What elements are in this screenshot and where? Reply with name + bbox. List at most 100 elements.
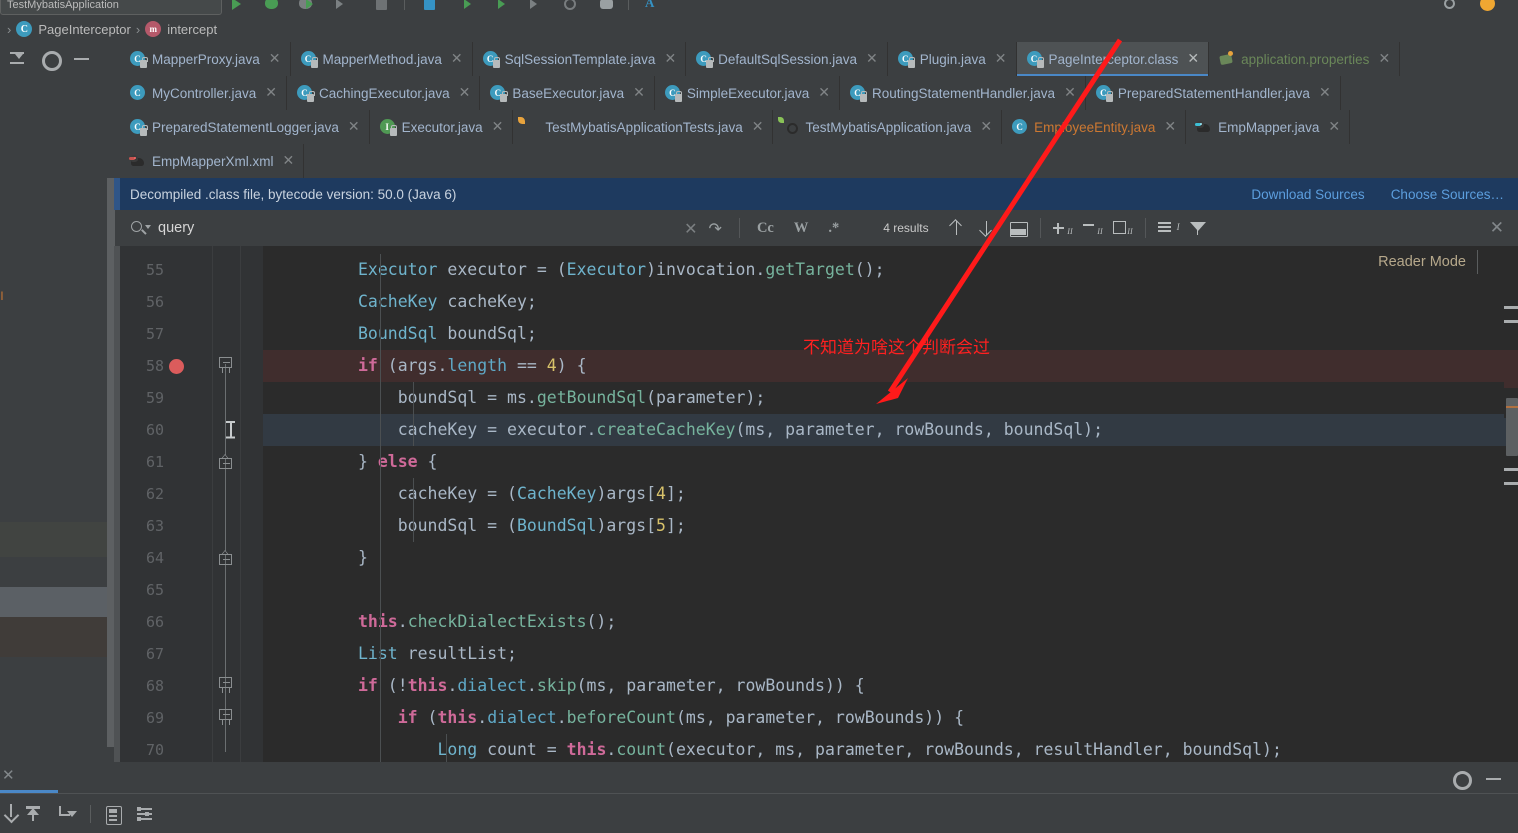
search-input[interactable] — [158, 220, 398, 236]
fold-toggle-icon[interactable] — [219, 454, 232, 469]
step-over-icon[interactable] — [456, 0, 476, 14]
close-icon[interactable]: ✕ — [283, 154, 295, 168]
toggle-lines-icon[interactable]: I — [1155, 217, 1181, 239]
editor-tab-baseexecutor-java[interactable]: C BaseExecutor.java ✕ — [480, 76, 655, 110]
close-icon[interactable]: ✕ — [1328, 120, 1340, 134]
breakpoint-marker[interactable] — [169, 359, 184, 374]
code-line[interactable]: if (this.dialect.beforeCount(ms, paramet… — [263, 702, 1518, 734]
step-into-icon[interactable] — [0, 803, 22, 825]
code-line[interactable] — [263, 574, 1518, 606]
search-icon[interactable] — [130, 219, 152, 237]
editor-tab-application-properties[interactable]: application.properties ✕ — [1209, 42, 1401, 76]
close-icon[interactable]: ✕ — [348, 120, 360, 134]
rerun-icon[interactable] — [560, 0, 580, 14]
left-panel-row-selected[interactable] — [0, 587, 120, 617]
filter-icon[interactable] — [1185, 217, 1211, 239]
stop-icon[interactable] — [372, 0, 392, 14]
left-panel-row[interactable] — [0, 522, 120, 557]
code-line[interactable]: this.checkDialectExists(); — [263, 606, 1518, 638]
resume-icon[interactable] — [490, 0, 510, 14]
editor-tab-simpleexecutor-java[interactable]: C SimpleExecutor.java ✕ — [654, 76, 840, 110]
close-icon[interactable]: ✕ — [1064, 86, 1076, 100]
clear-icon[interactable]: ✕ — [675, 219, 706, 238]
close-icon[interactable]: ✕ — [1378, 52, 1390, 66]
editor-tab-cachingexecutor-java[interactable]: C CachingExecutor.java ✕ — [287, 76, 481, 110]
close-icon[interactable]: ✕ — [980, 120, 992, 134]
breadcrumb-method[interactable]: m intercept — [145, 21, 217, 37]
left-panel-row[interactable] — [0, 617, 120, 657]
editor-tab-executor-java[interactable]: I Executor.java ✕ — [369, 110, 514, 144]
fold-toggle-icon[interactable] — [219, 709, 232, 725]
editor-tab-mycontroller-java[interactable]: C MyController.java ✕ — [120, 76, 288, 110]
evaluate-expression-icon[interactable] — [102, 803, 124, 825]
fold-toggle-icon[interactable] — [219, 550, 232, 565]
select-all-occurrences-icon[interactable]: II — [1110, 217, 1136, 239]
editor-tab-plugin-java[interactable]: C Plugin.java ✕ — [887, 42, 1017, 76]
match-case-toggle[interactable]: Cc — [747, 220, 784, 237]
editor-tab-preparedstatementhandler-java[interactable]: C PreparedStatementHandler.java ✕ — [1085, 76, 1341, 110]
analyze-icon[interactable]: A — [640, 0, 660, 14]
settings-icon-2[interactable] — [134, 803, 156, 825]
code-line[interactable]: boundSql = (BoundSql)args[5]; — [263, 510, 1518, 542]
close-icon[interactable]: ✕ — [265, 86, 277, 100]
search-everywhere-icon[interactable] — [1440, 0, 1460, 14]
force-step-into-icon[interactable] — [55, 803, 77, 825]
code-line[interactable]: if (!this.dialect.skip(ms, parameter, ro… — [263, 670, 1518, 702]
close-icon[interactable]: ✕ — [459, 86, 471, 100]
close-icon[interactable]: ✕ — [2, 766, 15, 784]
code-line[interactable]: boundSql = ms.getBoundSql(parameter); — [263, 382, 1518, 414]
editor-tab-sqlsessiontemplate-java[interactable]: C SqlSessionTemplate.java ✕ — [472, 42, 687, 76]
breadcrumb-class[interactable]: C PageInterceptor — [16, 21, 131, 37]
hide-icon[interactable] — [1484, 768, 1504, 788]
editor-tab-mapperproxy-java[interactable]: C MapperProxy.java ✕ — [120, 42, 291, 76]
collapse-all-icon[interactable] — [8, 49, 28, 69]
profile-icon[interactable] — [330, 0, 350, 14]
editor-tab-preparedstatementlogger-java[interactable]: C PreparedStatementLogger.java ✕ — [120, 110, 370, 144]
new-line-icon[interactable]: ↷ — [707, 219, 732, 238]
close-icon[interactable]: ✕ — [664, 52, 676, 66]
close-icon[interactable]: ✕ — [269, 52, 281, 66]
code-line[interactable]: CacheKey cacheKey; — [263, 286, 1518, 318]
run-configuration-selector[interactable]: TestMybatisApplication — [0, 0, 222, 15]
close-icon[interactable]: ✕ — [818, 86, 830, 100]
code-line[interactable]: } else { — [263, 446, 1518, 478]
editor-tab-testmybatisapplicationtests-java[interactable]: TestMybatisApplicationTests.java ✕ — [513, 110, 774, 144]
editor-tab-empmapper-java[interactable]: EmpMapper.java ✕ — [1186, 110, 1351, 144]
words-toggle[interactable]: W — [784, 220, 819, 237]
close-icon[interactable]: ✕ — [451, 52, 463, 66]
code-line[interactable]: cacheKey = (CacheKey)args[4]; — [263, 478, 1518, 510]
editor-tab-pageinterceptor-class[interactable]: C PageInterceptor.class ✕ — [1016, 42, 1210, 76]
close-icon[interactable]: ✕ — [1164, 120, 1176, 134]
add-selection-icon[interactable]: II — [1050, 217, 1076, 239]
code-editor[interactable]: Executor executor = (Executor)invocation… — [120, 246, 1518, 762]
hide-icon[interactable] — [72, 49, 92, 69]
settings-icon[interactable] — [1450, 768, 1472, 790]
run-icon[interactable] — [228, 0, 248, 14]
editor-tab-empmapperxml-xml[interactable]: EmpMapperXml.xml ✕ — [120, 144, 305, 178]
code-line[interactable]: Long count = this.count(executor, ms, pa… — [263, 734, 1518, 762]
code-line[interactable]: cacheKey = executor.createCacheKey(ms, p… — [263, 414, 1518, 446]
editor-tab-testmybatisapplication-java[interactable]: TestMybatisApplication.java ✕ — [773, 110, 1003, 144]
reader-mode-label[interactable]: Reader Mode — [1378, 254, 1466, 270]
close-icon[interactable]: ✕ — [492, 120, 504, 134]
remove-selection-icon[interactable]: II — [1080, 217, 1106, 239]
debug-icon[interactable] — [262, 0, 282, 14]
choose-sources-link[interactable]: Choose Sources… — [1391, 187, 1504, 202]
notifications-icon[interactable] — [596, 0, 616, 14]
editor-tab-routingstatementhandler-java[interactable]: C RoutingStatementHandler.java ✕ — [839, 76, 1086, 110]
run-with-coverage-icon[interactable] — [296, 0, 316, 14]
close-icon[interactable]: ✕ — [752, 120, 764, 134]
next-occurrence-icon[interactable] — [975, 217, 1001, 239]
close-icon[interactable]: ✕ — [1319, 86, 1331, 100]
fold-toggle-icon[interactable] — [219, 677, 232, 693]
editor-tab-employeeentity-java[interactable]: C EmployeeEntity.java ✕ — [1002, 110, 1187, 144]
close-icon[interactable]: ✕ — [633, 86, 645, 100]
code-line[interactable]: List resultList; — [263, 638, 1518, 670]
close-icon[interactable]: ✕ — [995, 52, 1007, 66]
close-icon[interactable]: ✕ — [1187, 52, 1199, 66]
code-line[interactable]: Executor executor = (Executor)invocation… — [263, 254, 1518, 286]
editor-tab-defaultsqlsession-java[interactable]: C DefaultSqlSession.java ✕ — [686, 42, 888, 76]
prev-occurrence-icon[interactable] — [945, 217, 971, 239]
settings-icon[interactable] — [40, 49, 62, 71]
editor-gutter[interactable]: 55 56 57 58 59 60 61 62 63 64 65 66 67 68 69 70 — [120, 246, 263, 762]
